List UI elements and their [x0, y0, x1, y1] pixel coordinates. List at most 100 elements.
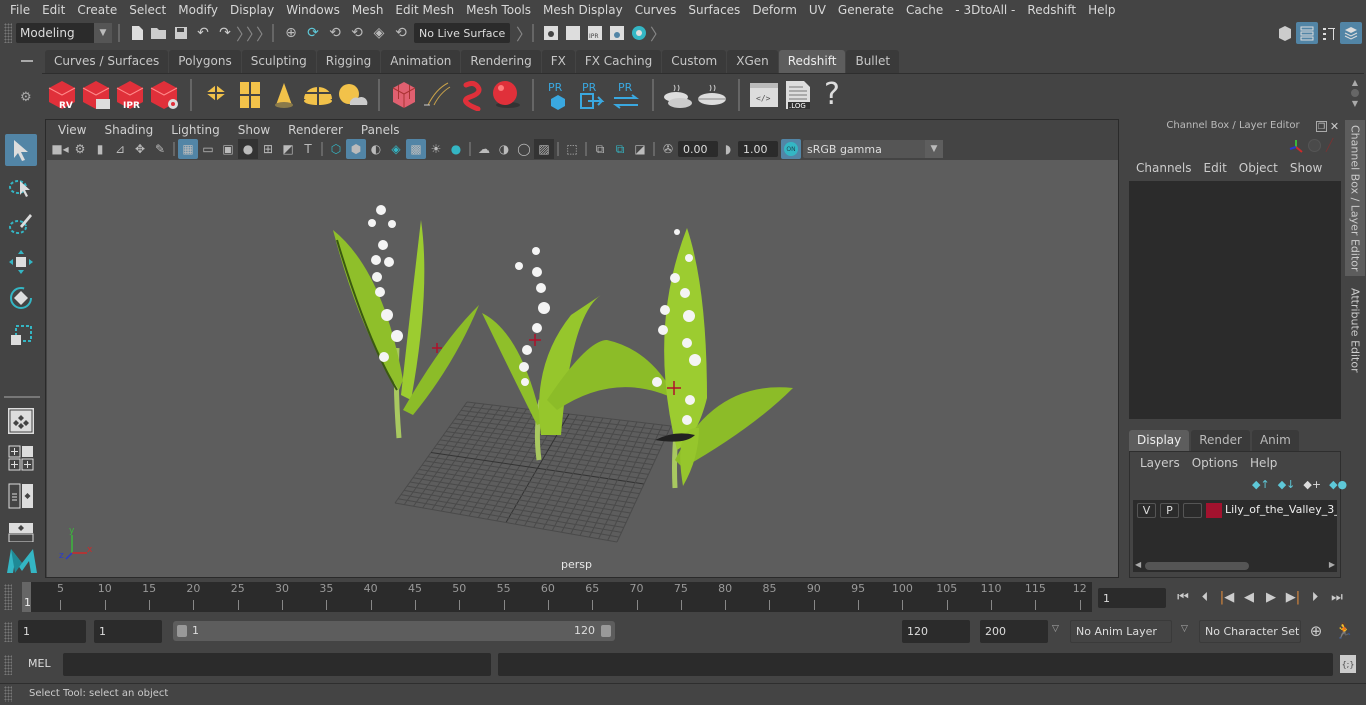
shelf-tab-redshift[interactable]: Redshift — [778, 50, 846, 73]
smooth-shade-icon[interactable]: ⬢ — [346, 139, 366, 159]
shelf-scroll[interactable]: ▲ ▼ — [1348, 78, 1362, 114]
viewport-menu-shading[interactable]: Shading — [95, 123, 162, 137]
script-editor-icon[interactable]: {;} — [1340, 655, 1356, 673]
step-forward-key-icon[interactable]: ▶ | — [1282, 586, 1304, 608]
go-to-end-icon[interactable]: ⏭ — [1326, 586, 1348, 608]
redshift-proxy-export-icon[interactable]: PR — [542, 77, 574, 113]
menu-set-dropdown[interactable]: Modeling ▼ — [16, 23, 112, 43]
safe-title-icon[interactable]: T — [298, 139, 318, 159]
play-forwards-icon[interactable]: ▶ — [1260, 586, 1282, 608]
redshift-area-light-icon[interactable] — [200, 77, 232, 113]
collapse-chevron[interactable]: 〉 — [236, 21, 252, 45]
menu-help[interactable]: Help — [1082, 3, 1121, 17]
channel-box-menu-object[interactable]: Object — [1233, 161, 1284, 175]
close-icon[interactable]: ✕ — [1329, 121, 1340, 132]
redshift-render-settings-icon[interactable] — [148, 77, 180, 113]
grease-pencil-icon[interactable]: ✎ — [150, 139, 170, 159]
select-tool-icon[interactable] — [5, 134, 37, 166]
viewport-menu-view[interactable]: View — [49, 123, 95, 137]
anim-layer-dropdown[interactable]: No Anim Layer — [1070, 620, 1172, 643]
motion-blur-icon[interactable]: ◑ — [494, 139, 514, 159]
camera-attributes-icon[interactable]: ⚙ — [70, 139, 90, 159]
layer-row[interactable]: V P Lily_of_the_Valley_3_Br — [1133, 500, 1337, 522]
range-start-handle[interactable] — [177, 625, 187, 637]
redshift-dome-light-icon[interactable] — [302, 77, 334, 113]
layer-name[interactable]: Lily_of_the_Valley_3_Br — [1225, 503, 1337, 516]
render-current-frame-icon[interactable] — [562, 22, 584, 44]
menu-mesh[interactable]: Mesh — [346, 3, 390, 17]
go-to-start-icon[interactable]: ⏮ — [1172, 586, 1194, 608]
shelf-settings-gear-icon[interactable]: ⚙ — [20, 90, 32, 105]
layer-menu-help[interactable]: Help — [1244, 456, 1283, 470]
layer-tab-render[interactable]: Render — [1191, 430, 1250, 451]
current-frame-field[interactable]: 1 — [1098, 588, 1166, 608]
gamma-icon[interactable]: ◗ — [718, 139, 738, 159]
hypershade-icon[interactable] — [628, 22, 650, 44]
viewport-3d-canvas[interactable]: y x z persp — [47, 160, 1118, 577]
layer-menu-layers[interactable]: Layers — [1134, 456, 1186, 470]
rotate-tool-icon[interactable] — [5, 282, 37, 314]
range-row-handle[interactable] — [4, 622, 12, 642]
isolate-select-icon[interactable]: ⬚ — [562, 139, 582, 159]
paint-select-tool-icon[interactable] — [5, 208, 37, 240]
lily-plant-right[interactable] — [652, 228, 793, 489]
status-line-handle[interactable] — [4, 23, 12, 43]
menu-surfaces[interactable]: Surfaces — [682, 3, 746, 17]
animation-start-field[interactable]: 1 — [18, 620, 86, 643]
channel-box-toggle-icon[interactable] — [1340, 22, 1362, 44]
undo-icon[interactable]: ↶ — [192, 22, 214, 44]
live-surface-field[interactable]: No Live Surface — [414, 23, 510, 43]
redshift-bake-icon[interactable] — [696, 77, 728, 113]
four-view-layout-icon[interactable] — [5, 442, 37, 474]
shelf-tab-curves-surfaces[interactable]: Curves / Surfaces — [45, 50, 169, 73]
layer-playback-toggle[interactable]: P — [1160, 503, 1179, 518]
exposure-icon[interactable]: ✇ — [658, 139, 678, 159]
color-management-toggle[interactable]: ON — [781, 139, 801, 159]
range-slider[interactable]: 1 120 — [173, 621, 615, 641]
shelf-tab-polygons[interactable]: Polygons — [169, 50, 241, 73]
scroll-thumb[interactable] — [1145, 562, 1249, 570]
shelf-tab-rigging[interactable]: Rigging — [316, 50, 381, 73]
redshift-sphere-icon[interactable] — [490, 77, 522, 113]
menu-mesh-display[interactable]: Mesh Display — [537, 3, 629, 17]
redshift-help-icon[interactable]: ? — [816, 77, 848, 113]
wireframe-on-shaded-icon[interactable]: ◐ — [366, 139, 386, 159]
help-line-handle[interactable] — [4, 686, 12, 702]
menu-create[interactable]: Create — [71, 3, 123, 17]
snap-view-plane-icon[interactable]: ⟲ — [346, 22, 368, 44]
attribute-editor-toggle-icon[interactable] — [1296, 22, 1318, 44]
move-tool-icon[interactable] — [5, 246, 37, 278]
hud-icon[interactable]: ◪ — [630, 139, 650, 159]
shelf-tab-animation[interactable]: Animation — [381, 50, 461, 73]
viewport-menu-show[interactable]: Show — [229, 123, 279, 137]
command-line-handle[interactable] — [4, 655, 12, 675]
lasso-tool-icon[interactable] — [5, 172, 37, 204]
layer-menu-options[interactable]: Options — [1186, 456, 1244, 470]
redshift-hair-icon[interactable] — [456, 77, 488, 113]
xray-joints-icon[interactable]: ⧉ — [590, 139, 610, 159]
snap-point-icon[interactable]: ⟲ — [324, 22, 346, 44]
lily-plant-left[interactable] — [333, 205, 479, 439]
exposure-field[interactable]: 0.00 — [678, 141, 718, 157]
outliner-persp-layout-icon[interactable] — [5, 480, 37, 512]
depth-of-field-icon[interactable]: ▨ — [534, 139, 554, 159]
grid-toggle-icon[interactable]: ▦ — [178, 139, 198, 159]
film-gate-icon[interactable]: ▭ — [198, 139, 218, 159]
menu-curves[interactable]: Curves — [629, 3, 683, 17]
ipr-render-icon[interactable]: IPR — [584, 22, 606, 44]
viewport-menu-renderer[interactable]: Renderer — [279, 123, 352, 137]
menu-edit-mesh[interactable]: Edit Mesh — [389, 3, 460, 17]
redshift-proxy-icon[interactable] — [388, 77, 420, 113]
command-input[interactable] — [63, 653, 491, 676]
manipulator-icon[interactable] — [1288, 138, 1304, 157]
time-slider[interactable]: 1 5 10 15 20 25 30 35 40 45 50 55 60 65 70 75 80 85 90 95 1… — [22, 582, 1092, 612]
redshift-proxy-import-icon[interactable]: PR — [576, 77, 608, 113]
float-panel-icon[interactable]: ❐ — [1316, 121, 1327, 132]
channel-box-menu-channels[interactable]: Channels — [1130, 161, 1198, 175]
script-language-toggle[interactable]: MEL — [28, 657, 51, 670]
open-scene-icon[interactable] — [148, 22, 170, 44]
channel-box-menu-edit[interactable]: Edit — [1198, 161, 1233, 175]
modeling-toolkit-icon[interactable] — [1274, 22, 1296, 44]
viewport-menu-panels[interactable]: Panels — [352, 123, 409, 137]
redshift-ies-light-icon[interactable] — [268, 77, 300, 113]
